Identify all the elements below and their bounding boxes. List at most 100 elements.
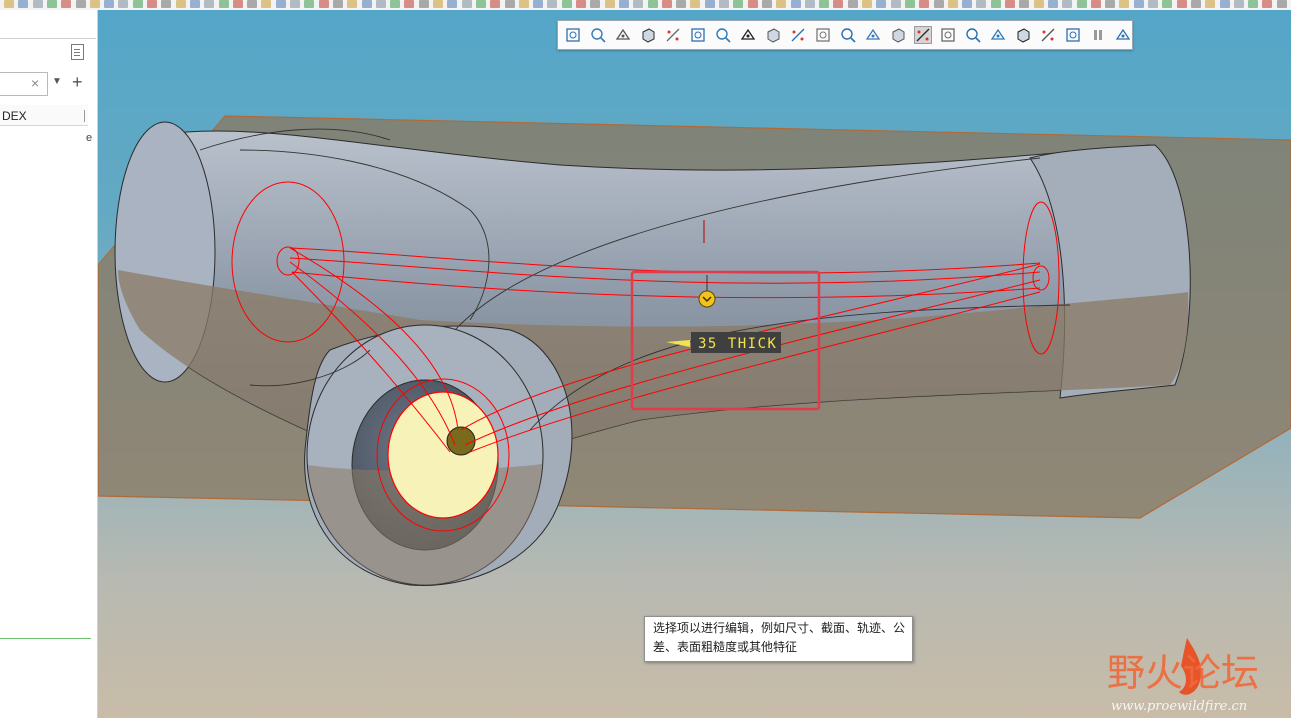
toolbar-icon[interactable] [1133,0,1144,8]
toolbar-icon[interactable] [1019,0,1030,8]
toolbar-icon[interactable] [147,0,157,8]
toolbar-icon[interactable] [204,0,215,8]
toolbar-icon[interactable] [61,0,72,8]
toolbar-icon[interactable] [1062,0,1073,8]
toolbar-icon[interactable] [661,0,672,8]
toolbar-icon[interactable] [862,0,872,8]
annotation-orientation-button[interactable] [1114,26,1132,44]
toolbar-icon[interactable] [261,0,272,8]
refit-button[interactable] [564,26,582,44]
tree-filter-input[interactable]: × [0,72,48,96]
toolbar-icon[interactable] [132,0,143,8]
toolbar-icon[interactable] [676,0,687,8]
toolbar-icon[interactable] [161,0,172,8]
add-icon[interactable]: + [72,72,83,92]
tree-column-header[interactable]: DEX [0,105,88,126]
csys-tag-button[interactable] [989,26,1007,44]
toolbar-icon[interactable] [919,0,930,8]
toolbar-icon[interactable] [947,0,958,8]
toolbar-icon[interactable] [4,0,14,8]
toolbar-icon[interactable] [1248,0,1259,8]
toolbar-icon[interactable] [304,0,315,8]
toolbar-icon[interactable] [647,0,658,8]
toolbar-icon[interactable] [290,0,300,8]
axis-tag-button[interactable] [939,26,957,44]
toolbar-icon[interactable] [1033,0,1044,8]
view-manager-button[interactable] [739,26,757,44]
toolbar-icon[interactable] [790,0,801,8]
toolbar-icon[interactable] [104,0,115,8]
clear-icon[interactable]: × [31,75,39,91]
toolbar-icon[interactable] [1205,0,1216,8]
toolbar-icon[interactable] [461,0,472,8]
annotation-display-button[interactable] [914,26,932,44]
toolbar-icon[interactable] [1190,0,1201,8]
zoom-out-button[interactable] [614,26,632,44]
pause-button[interactable] [1089,26,1107,44]
toolbar-icon[interactable] [1276,0,1287,8]
toolbar-icon[interactable] [232,0,243,8]
toolbar-icon[interactable] [1090,0,1101,8]
toolbar-icon[interactable] [475,0,486,8]
toolbar-icon[interactable] [175,0,186,8]
toolbar-icon[interactable] [604,0,615,8]
toolbar-icon[interactable] [89,0,100,8]
toolbar-icon[interactable] [876,0,887,8]
display-style-button[interactable] [714,26,732,44]
toolbar-icon[interactable] [833,0,844,8]
toolbar-icon[interactable] [1005,0,1015,8]
toolbar-icon[interactable] [361,0,372,8]
toolbar-icon[interactable] [433,0,443,8]
toolbar-icon[interactable] [990,0,1001,8]
toolbar-icon[interactable] [490,0,501,8]
toolbar-icon[interactable] [804,0,815,8]
chevron-down-icon[interactable]: ▼ [52,76,62,87]
toolbar-icon[interactable] [890,0,901,8]
toolbar-icon[interactable] [275,0,286,8]
toolbar-icon[interactable] [719,0,729,8]
model-canvas[interactable]: 35 THICK [98,10,1291,718]
graphics-viewport[interactable]: 35 THICK 选择项以进行编辑，例如尺寸、截面、轨迹、公 差、表面粗糙度或其… [98,10,1291,718]
toolbar-icon[interactable] [1105,0,1116,8]
toolbar-icon[interactable] [962,0,973,8]
toolbar-icon[interactable] [32,0,43,8]
wireframe-button[interactable] [814,26,832,44]
datum-planes-button[interactable] [764,26,782,44]
toolbar-icon[interactable] [447,0,458,8]
toolbar-icon[interactable] [118,0,129,8]
toolbar-icon[interactable] [690,0,701,8]
toolbar-icon[interactable] [976,0,987,8]
toolbar-icon[interactable] [332,0,343,8]
toolbar-icon[interactable] [189,0,200,8]
toolbar-icon[interactable] [1162,0,1173,8]
3d-annotation-button[interactable] [1064,26,1082,44]
settings-document-icon[interactable] [71,44,84,60]
toolbar-icon[interactable] [633,0,644,8]
toolbar-icon[interactable] [390,0,401,8]
datum-axes-button[interactable] [789,26,807,44]
toolbar-icon[interactable] [561,0,572,8]
toolbar-icon[interactable] [733,0,744,8]
toolbar-icon[interactable] [533,0,544,8]
spin-center-display-button[interactable] [1014,26,1032,44]
repaint-button[interactable] [639,26,657,44]
toolbar-icon[interactable] [704,0,715,8]
toolbar-icon[interactable] [618,0,629,8]
toolbar-icon[interactable] [1047,0,1058,8]
toolbar-icon[interactable] [347,0,358,8]
toolbar-icon[interactable] [590,0,601,8]
plane-display-button[interactable] [839,26,857,44]
toolbar-icon[interactable] [1262,0,1273,8]
toolbar-icon[interactable] [747,0,758,8]
toolbar-icon[interactable] [1076,0,1087,8]
toolbar-icon[interactable] [375,0,386,8]
point-display-button[interactable] [864,26,882,44]
toolbar-icon[interactable] [518,0,529,8]
toolbar-icon[interactable] [776,0,787,8]
toolbar-icon[interactable] [1219,0,1230,8]
toolbar-icon[interactable] [418,0,429,8]
toolbar-icon[interactable] [1119,0,1130,8]
toolbar-icon[interactable] [1148,0,1158,8]
toolbar-icon[interactable] [247,0,258,8]
toolbar-icon[interactable] [1233,0,1244,8]
